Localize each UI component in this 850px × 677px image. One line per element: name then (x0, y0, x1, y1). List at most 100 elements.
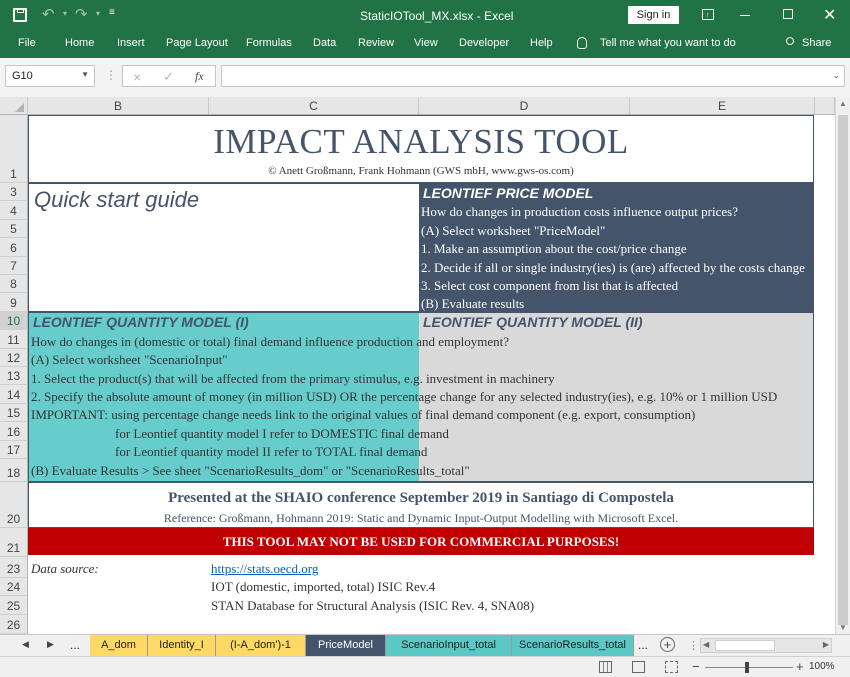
row-header-16[interactable]: 16 (0, 422, 28, 441)
row-header-25[interactable]: 25 (0, 596, 28, 615)
row-header-17[interactable]: 17 (0, 441, 28, 459)
data-source-link[interactable]: https://stats.oecd.org (211, 561, 318, 577)
row-header-4[interactable]: 4 (0, 201, 28, 220)
worksheet-grid[interactable]: B C D E 1 3 4 5 6 7 8 9 10 11 12 13 14 1… (0, 97, 850, 634)
tab-page-layout[interactable]: Page Layout (166, 37, 228, 49)
title-bar: ↶ ▾ ↷ ▾ ≡ StaticIOTool_MX.xlsx - Excel S… (0, 0, 850, 31)
tab-developer[interactable]: Developer (459, 37, 509, 49)
sheet-tab-identity-i[interactable]: Identity_I (148, 635, 216, 656)
redo-icon[interactable]: ↷ (75, 5, 88, 23)
scroll-down-icon[interactable]: ▼ (839, 623, 847, 632)
tab-formulas[interactable]: Formulas (246, 37, 292, 49)
cancel-icon[interactable]: × (133, 69, 141, 85)
scroll-right-icon[interactable]: ▶ (823, 640, 829, 649)
presented-box: Presented at the SHAIO conference Septem… (28, 482, 814, 528)
row-header-6[interactable]: 6 (0, 238, 28, 257)
name-box-dropdown-icon[interactable]: ▼ (81, 70, 89, 79)
zoom-out-icon[interactable]: − (692, 659, 700, 674)
zoom-slider-thumb[interactable] (745, 662, 749, 673)
sheet-tab-scenario-input[interactable]: ScenarioInput_total (386, 635, 512, 656)
page-break-view-icon[interactable] (665, 661, 678, 673)
zoom-in-icon[interactable]: + (796, 659, 804, 674)
row-header-23[interactable]: 23 (0, 557, 28, 578)
undo-icon[interactable]: ↶ (42, 5, 55, 23)
tab-data[interactable]: Data (313, 37, 336, 49)
scroll-up-icon[interactable]: ▲ (839, 99, 847, 108)
horizontal-scrollbar[interactable]: ◀ ▶ (700, 638, 832, 653)
close-icon[interactable]: ✕ (823, 5, 836, 25)
row-header-3[interactable]: 3 (0, 183, 28, 201)
row-header-24[interactable]: 24 (0, 578, 28, 596)
row-header-14[interactable]: 14 (0, 385, 28, 404)
select-all-corner[interactable] (0, 97, 28, 115)
tab-help[interactable]: Help (530, 37, 553, 49)
zoom-slider[interactable] (705, 667, 793, 668)
row-header-13[interactable]: 13 (0, 367, 28, 385)
normal-view-icon[interactable] (599, 661, 612, 673)
row-header-10[interactable]: 10 (0, 312, 28, 330)
row-header-15[interactable]: 15 (0, 404, 28, 422)
share-button[interactable]: Share (802, 37, 831, 49)
sheet-tab-scenario-results[interactable]: ScenarioResults_total (512, 635, 634, 656)
tab-file[interactable]: File (18, 37, 36, 49)
enter-icon[interactable]: ✓ (163, 69, 174, 85)
redo-dropdown-icon[interactable]: ▾ (96, 9, 100, 18)
tab-scroll-left-icon[interactable]: ◀ (22, 639, 29, 650)
column-header-b[interactable]: B (28, 97, 209, 115)
qty-line-2: (A) Select worksheet "ScenarioInput" (31, 352, 228, 367)
minimize-icon[interactable] (740, 15, 750, 16)
row-header-26[interactable]: 26 (0, 615, 28, 634)
row-header-7[interactable]: 7 (0, 257, 28, 275)
zoom-level[interactable]: 100% (809, 661, 835, 672)
row-header-5[interactable]: 5 (0, 220, 28, 238)
formula-bar-grip-icon[interactable]: ⋮ (105, 68, 117, 82)
insert-function-icon[interactable]: fx (195, 69, 204, 84)
price-line-5: 3. Select cost component from list that … (421, 278, 679, 293)
tab-view[interactable]: View (414, 37, 438, 49)
name-box[interactable]: G10 ▼ (5, 65, 95, 87)
tell-me-search[interactable]: Tell me what you want to do (600, 37, 736, 49)
formula-input[interactable]: ⌄ (221, 65, 845, 87)
ribbon: File Home Insert Page Layout Formulas Da… (0, 31, 850, 58)
share-user-icon[interactable] (786, 37, 794, 45)
sheet-tab-a-dom[interactable]: A_dom (90, 635, 148, 656)
undo-dropdown-icon[interactable]: ▾ (63, 9, 67, 18)
vertical-scroll-thumb[interactable] (838, 115, 848, 625)
vertical-scrollbar[interactable]: ▲ ▼ (835, 97, 850, 634)
tab-home[interactable]: Home (65, 37, 94, 49)
tab-overflow-left[interactable]: ... (70, 638, 80, 652)
row-header-21[interactable]: 21 (0, 528, 28, 557)
signin-button[interactable]: Sign in (628, 6, 679, 24)
new-sheet-icon[interactable]: + (660, 637, 675, 652)
customize-qat-icon[interactable]: ≡ (109, 7, 115, 18)
formula-buttons: × ✓ fx (122, 65, 216, 87)
expand-formula-bar-icon[interactable]: ⌄ (832, 70, 840, 81)
qty-line-4: 2. Specify the absolute amount of money … (31, 389, 778, 404)
column-header-rest[interactable] (815, 97, 835, 115)
scroll-left-icon[interactable]: ◀ (703, 640, 709, 649)
maximize-icon[interactable] (783, 9, 793, 19)
row-header-20[interactable]: 20 (0, 482, 28, 528)
page-layout-view-icon[interactable] (632, 661, 645, 673)
row-header-12[interactable]: 12 (0, 349, 28, 367)
row-header-9[interactable]: 9 (0, 293, 28, 312)
save-icon[interactable] (13, 8, 27, 22)
column-header-d[interactable]: D (419, 97, 630, 115)
row-header-8[interactable]: 8 (0, 275, 28, 293)
tab-scroll-right-icon[interactable]: ▶ (47, 639, 54, 650)
ribbon-display-options-icon[interactable]: ↑ (702, 9, 714, 20)
sheet-tab-inverse[interactable]: (I-A_dom')-1 (216, 635, 306, 656)
column-header-c[interactable]: C (209, 97, 419, 115)
horizontal-scroll-thumb[interactable] (715, 640, 775, 651)
row-header-18[interactable]: 18 (0, 459, 28, 482)
sheet-tab-price-model[interactable]: PriceModel (306, 635, 386, 656)
tab-review[interactable]: Review (358, 37, 394, 49)
status-bar: − + 100% (0, 656, 850, 677)
tab-overflow-right[interactable]: ... (638, 638, 648, 652)
column-header-e[interactable]: E (630, 97, 815, 115)
row-header-1[interactable]: 1 (0, 115, 28, 183)
tabs-splitter-icon[interactable]: ⋮ (688, 639, 699, 652)
row-header-11[interactable]: 11 (0, 330, 28, 349)
sheet-tabs-bar: ◀ ▶ ... A_dom Identity_I (I-A_dom')-1 Pr… (0, 634, 850, 656)
tab-insert[interactable]: Insert (117, 37, 145, 49)
